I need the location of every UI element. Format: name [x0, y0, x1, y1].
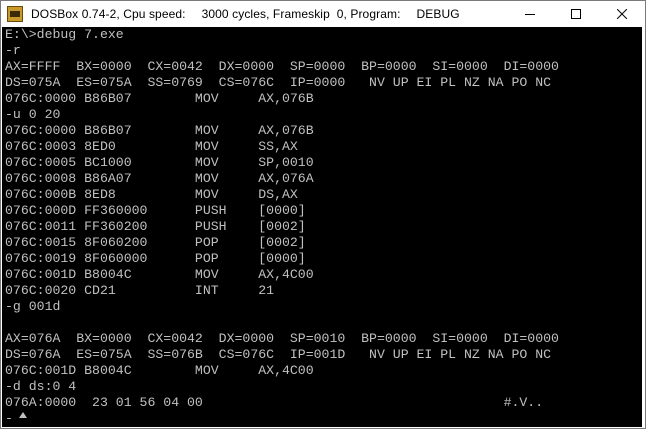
console-line: -g 001d: [5, 299, 61, 314]
console-line: -u 0 20: [5, 107, 61, 122]
title-cycles-frameskip: 3000 cycles, Frameskip 0, Program:: [201, 7, 401, 21]
title-app-speed: DOSBox 0.74-2, Cpu speed:: [31, 7, 186, 21]
console-line: AX=076A BX=0000 CX=0042 DX=0000 SP=0010 …: [5, 331, 559, 346]
console-line: 076C:001D B8004C MOV AX,4C00: [5, 267, 314, 282]
console-line: 076C:0008 B86A07 MOV AX,076A: [5, 171, 314, 186]
console-line: DS=076A ES=075A SS=076B CS=076C IP=001D …: [5, 347, 552, 362]
dosbox-app-icon[interactable]: [7, 6, 23, 22]
console-line: AX=FFFF BX=0000 CX=0042 DX=0000 SP=0000 …: [5, 59, 559, 74]
dosbox-window: DOSBox 0.74-2, Cpu speed: 3000 cycles, Fr…: [0, 0, 646, 429]
maximize-button[interactable]: [553, 1, 599, 27]
console-line: 076C:0000 B86B07 MOV AX,076B: [5, 91, 314, 106]
console-line: 076A:0000 23 01 56 04 00 #.V..: [5, 395, 544, 410]
console-line: DS=075A ES=075A SS=0769 CS=076C IP=0000 …: [5, 75, 552, 90]
console-line: 076C:000B 8ED8 MOV DS,AX: [5, 187, 298, 202]
console-line: 076C:001D B8004C MOV AX,4C00: [5, 363, 314, 378]
console-line: -r: [5, 43, 21, 58]
console-line: 076C:0005 BC1000 MOV SP,0010: [5, 155, 314, 170]
window-controls: [507, 1, 645, 27]
console-line: 076C:0000 B86B07 MOV AX,076B: [5, 123, 314, 138]
console-line: -d ds:0 4: [5, 379, 77, 394]
command-prompt[interactable]: -: [5, 411, 13, 427]
maximize-icon: [571, 9, 581, 19]
console-line: 076C:0015 8F060200 POP [0002]: [5, 235, 306, 250]
console-line: 076C:0020 CD21 INT 21: [5, 283, 275, 298]
close-icon: [617, 9, 627, 19]
console-line: 076C:0003 8ED0 MOV SS,AX: [5, 139, 298, 154]
console-line: 076C:000D FF360000 PUSH [0000]: [5, 203, 306, 218]
mouse-pointer-icon: [19, 412, 27, 418]
console-line: 076C:0019 8F060000 POP [0000]: [5, 251, 306, 266]
minimize-button[interactable]: [507, 1, 553, 27]
title-program-name: DEBUG: [416, 7, 460, 21]
console-line: E:\>debug 7.exe: [5, 27, 124, 42]
title-bar[interactable]: DOSBox 0.74-2, Cpu speed: 3000 cycles, Fr…: [1, 1, 645, 27]
minimize-icon: [525, 14, 535, 15]
console-line: 076C:0011 FF360200 PUSH [0002]: [5, 219, 306, 234]
dos-console[interactable]: E:\>debug 7.exe -r AX=FFFF BX=0000 CX=00…: [2, 27, 642, 427]
close-button[interactable]: [599, 1, 645, 27]
window-title: DOSBox 0.74-2, Cpu speed: 3000 cycles, Fr…: [31, 7, 460, 21]
